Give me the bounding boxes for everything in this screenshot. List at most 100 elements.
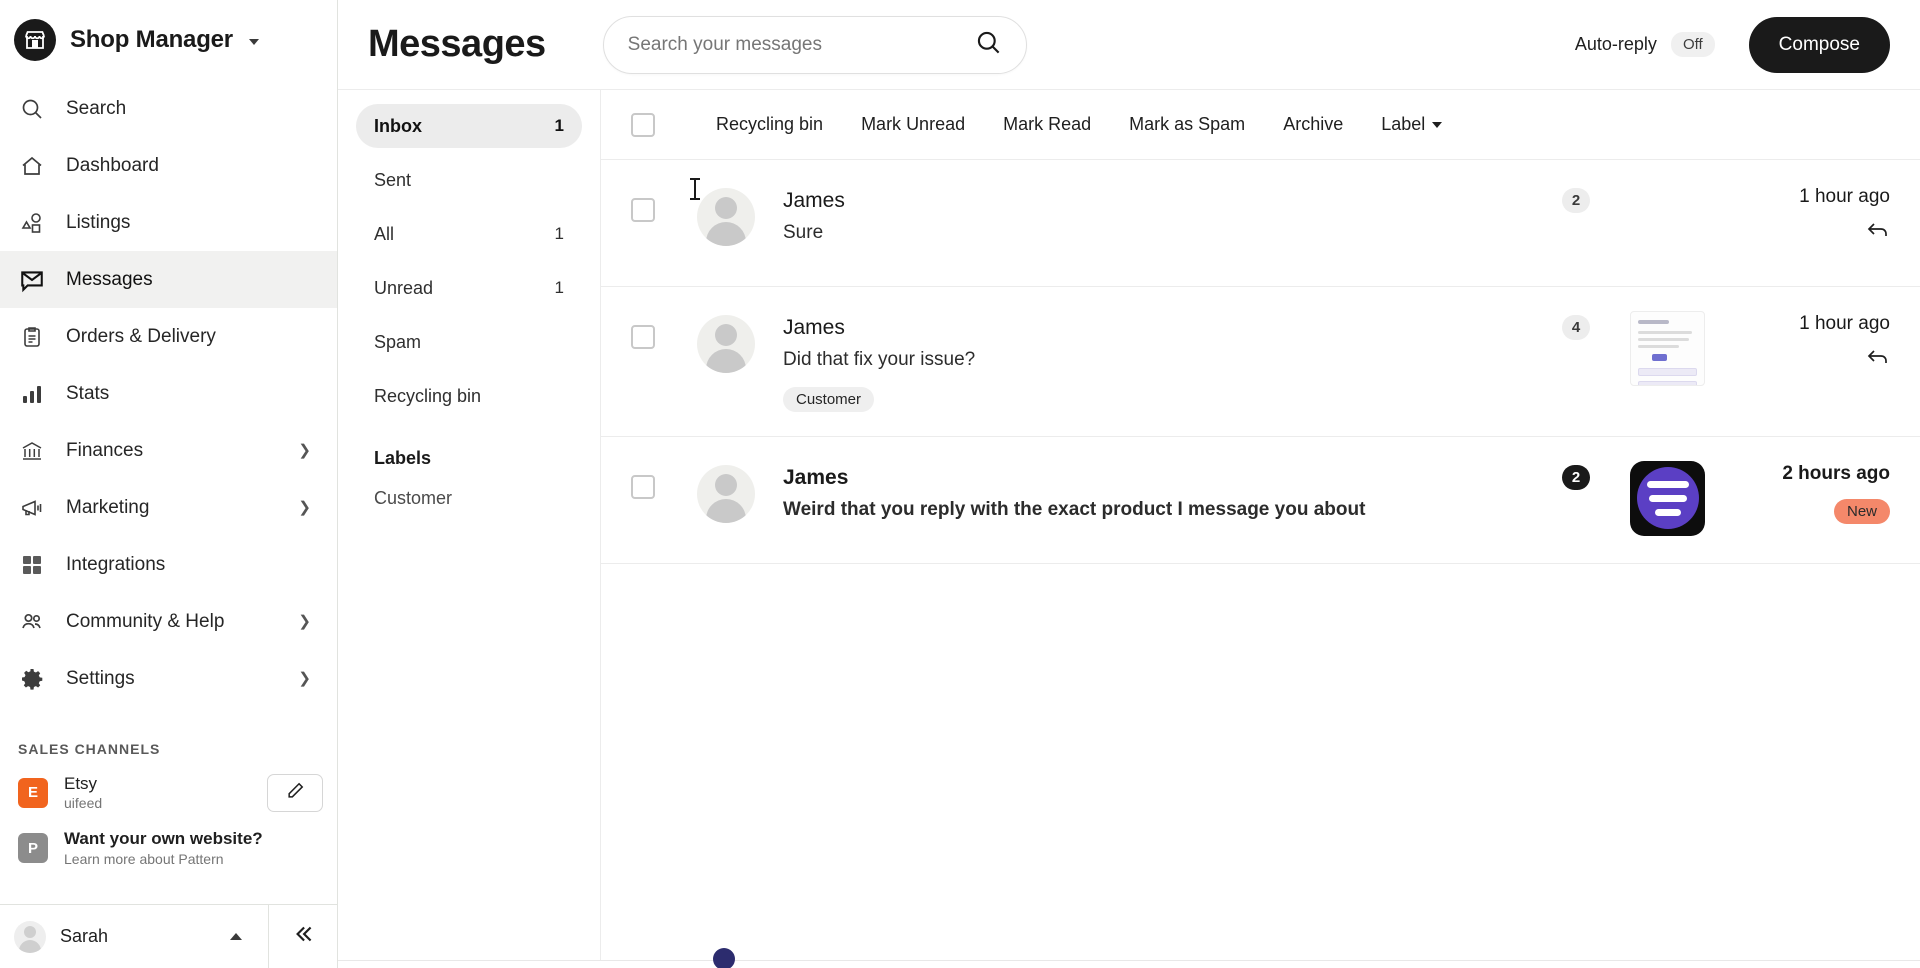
grid-icon (18, 551, 46, 579)
gear-icon (18, 665, 46, 693)
sales-channels-heading: SALES CHANNELS (18, 741, 161, 757)
folder-count: 1 (554, 224, 564, 243)
message-sender: James (783, 189, 845, 212)
action-mark-as-spam[interactable]: Mark as Spam (1110, 114, 1264, 135)
thumbnail-slot (1630, 460, 1705, 536)
sidebar-item-label: Orders & Delivery (66, 325, 216, 347)
message-sender: James (783, 465, 849, 489)
folders-sidebar: Inbox 1 Sent All 1 Unread 1 Spam Recycli… (338, 90, 601, 968)
status-badge: New (1833, 498, 1890, 524)
sidebar-item-messages[interactable]: Messages (0, 251, 337, 308)
chevron-down-icon[interactable] (248, 39, 259, 45)
message-preview: Did that fix your issue? (783, 349, 976, 371)
action-label-text: Label (1381, 114, 1426, 134)
compose-button[interactable]: Compose (1748, 16, 1890, 73)
sidebar-item-label: Dashboard (66, 154, 159, 176)
folder-unread[interactable]: Unread 1 (356, 266, 582, 310)
label-customer[interactable]: Customer (356, 487, 582, 510)
action-recycling-bin[interactable]: Recycling bin (697, 114, 842, 135)
row-count-wrap: 4 (1562, 311, 1590, 340)
sidebar-item-label: Marketing (66, 496, 150, 518)
folder-sent[interactable]: Sent (356, 158, 582, 202)
folder-label: All (374, 223, 395, 244)
sidebar-item-label: Listings (66, 211, 131, 233)
action-mark-unread[interactable]: Mark Unread (842, 114, 984, 135)
page-title: Messages (368, 23, 546, 65)
sidebar-item-dashboard[interactable]: Dashboard (0, 137, 337, 194)
bank-icon (18, 437, 46, 465)
table-row[interactable]: James Weird that you reply with the exac… (601, 437, 1920, 564)
folder-all[interactable]: All 1 (356, 212, 582, 256)
row-content: James Did that fix your issue? Customer (783, 311, 1562, 412)
search-input[interactable] (627, 33, 975, 56)
action-label[interactable]: Label (1362, 114, 1461, 135)
sales-channel-pattern[interactable]: P Want your own website? Learn more abou… (0, 820, 337, 875)
table-row[interactable]: James Sure 2 1 hour ago (601, 160, 1920, 287)
app-root: Shop Manager Search Dashboard Listings M… (0, 0, 1920, 968)
row-checkbox[interactable] (631, 474, 655, 499)
collapse-sidebar-button[interactable] (269, 905, 337, 968)
reply-arrow-icon (1740, 220, 1890, 240)
message-search[interactable] (602, 15, 1027, 74)
bottom-panel-edge (338, 948, 1920, 968)
sidebar-item-marketing[interactable]: Marketing ❯ (0, 479, 337, 536)
row-content: James Weird that you reply with the exac… (783, 461, 1562, 525)
etsy-title: Etsy (64, 774, 98, 793)
pattern-subtitle: Learn more about Pattern (64, 850, 224, 867)
sidebar-item-settings[interactable]: Settings ❯ (0, 650, 337, 707)
sidebar-item-community-help[interactable]: Community & Help ❯ (0, 593, 337, 650)
sidebar-item-label: Finances (66, 439, 144, 461)
thumbnail-slot-empty (1630, 184, 1705, 259)
user-menu[interactable]: Sarah (0, 905, 269, 968)
message-label-tag: Customer (783, 386, 875, 412)
pattern-badge: P (18, 833, 48, 864)
sidebar-item-integrations[interactable]: Integrations (0, 536, 337, 593)
shop-manager-brand[interactable]: Shop Manager (0, 0, 337, 80)
people-icon (18, 608, 46, 636)
thumbnail-slot (1630, 311, 1705, 386)
message-list-panel: Recycling bin Mark Unread Mark Read Mark… (601, 90, 1920, 968)
row-count-wrap: 2 (1562, 461, 1590, 490)
folder-recycling-bin[interactable]: Recycling bin (356, 374, 582, 418)
row-checkbox[interactable] (631, 325, 655, 349)
select-all-checkbox[interactable] (631, 112, 655, 137)
action-mark-read[interactable]: Mark Read (984, 114, 1110, 135)
folder-inbox[interactable]: Inbox 1 (356, 104, 582, 148)
chevron-up-icon (230, 933, 242, 940)
search-icon[interactable] (975, 29, 1002, 61)
sidebar-item-listings[interactable]: Listings (0, 194, 337, 251)
edit-shop-button[interactable] (267, 773, 323, 812)
avatar (697, 315, 755, 373)
document-thumbnail[interactable] (1630, 311, 1705, 386)
message-toolbar: Recycling bin Mark Unread Mark Read Mark… (601, 90, 1920, 160)
message-timestamp: 1 hour ago (1799, 186, 1890, 207)
message-count-badge: 2 (1562, 464, 1590, 490)
folder-label: Spam (374, 331, 422, 352)
pencil-icon (286, 781, 305, 805)
row-checkbox[interactable] (631, 198, 655, 222)
home-icon (18, 152, 46, 180)
message-count-badge: 4 (1562, 315, 1590, 340)
header-actions: Auto-reply Off Compose (1574, 16, 1890, 73)
auto-reply-label: Auto-reply (1574, 34, 1657, 54)
row-content: James Sure (783, 184, 1562, 248)
chevron-right-icon: ❯ (298, 613, 311, 630)
bar-chart-icon (18, 380, 46, 408)
sidebar-item-label: Search (66, 97, 127, 119)
sidebar-item-stats[interactable]: Stats (0, 365, 337, 422)
chevron-down-icon (1432, 122, 1443, 129)
reply-arrow-icon (1740, 347, 1890, 367)
sidebar-item-orders-delivery[interactable]: Orders & Delivery (0, 308, 337, 365)
product-thumbnail[interactable] (1630, 460, 1705, 536)
folder-spam[interactable]: Spam (356, 320, 582, 364)
table-row[interactable]: James Did that fix your issue? Customer … (601, 287, 1920, 437)
message-list-empty-space (601, 564, 1920, 968)
auto-reply-status-badge[interactable]: Off (1670, 32, 1715, 57)
sidebar-item-label: Stats (66, 382, 110, 404)
sidebar-item-finances[interactable]: Finances ❯ (0, 422, 337, 479)
action-archive[interactable]: Archive (1264, 114, 1362, 135)
sales-channel-etsy[interactable]: E Etsy uifeed (0, 765, 337, 820)
folder-label: Recycling bin (374, 385, 482, 406)
row-meta: 1 hour ago (1740, 311, 1890, 367)
sidebar-item-search[interactable]: Search (0, 80, 337, 137)
